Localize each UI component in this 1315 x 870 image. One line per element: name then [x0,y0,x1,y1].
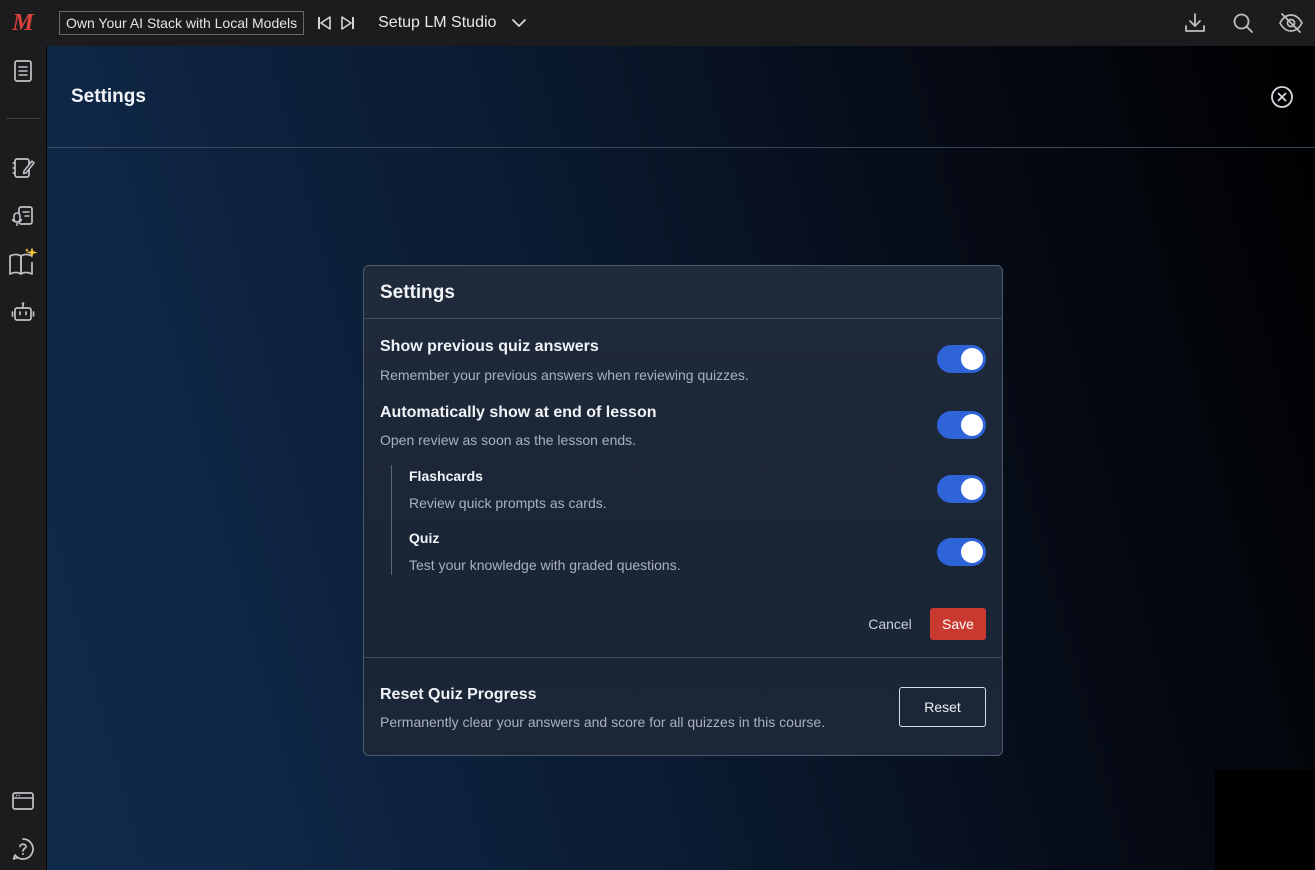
topbar-actions [1171,0,1315,46]
document-icon [14,60,32,82]
sidebar-item-contents[interactable] [0,51,46,91]
dialog-title: Settings [380,282,455,303]
page-title: Settings [71,86,146,107]
app-logo[interactable]: M [0,0,46,46]
sub-settings-indent-line [391,465,392,575]
reset-quiz-description: Permanently clear your answers and score… [380,714,826,730]
toggle-knob [961,414,983,436]
logo-letter: M [12,9,34,36]
help-circle-icon [12,838,34,860]
robot-icon [11,302,35,321]
setting-show-previous-answers-description: Remember your previous answers when revi… [380,367,749,383]
settings-dialog: Settings Show previous quiz answers Reme… [363,265,1003,756]
course-title[interactable]: Own Your AI Stack with Local Models [59,11,305,35]
top-bar: M Own Your AI Stack with Local Models Se… [0,0,1315,46]
setting-quiz-description: Test your knowledge with graded question… [409,557,681,573]
chevron-down-icon [512,19,527,27]
setting-flashcards-description: Review quick prompts as cards. [409,495,607,511]
skip-previous-icon [318,16,331,30]
cancel-button[interactable]: Cancel [860,609,920,639]
close-circle-icon [1271,86,1293,108]
dialog-header: Settings [364,266,1002,319]
search-icon [1233,13,1253,33]
sidebar-item-transcript[interactable] [0,196,46,236]
toggle-knob [961,541,983,563]
reset-quiz-section: Reset Quiz Progress Permanently clear yo… [364,657,1002,755]
notebook-edit-icon [12,158,35,178]
sidebar [0,46,46,870]
auto-show-toggle[interactable] [937,411,986,439]
mic-document-icon [11,206,33,226]
visibility-toggle-button[interactable] [1267,0,1315,46]
download-icon [1185,13,1205,32]
setting-quiz-title: Quiz [409,530,440,546]
save-button[interactable]: Save [930,608,986,640]
close-button[interactable] [1269,84,1295,110]
toggle-knob [961,348,983,370]
lesson-title[interactable]: Setup LM Studio [378,14,496,32]
eye-off-icon [1279,13,1303,33]
corner-overlay [1215,770,1315,870]
setting-auto-show-title: Automatically show at end of lesson [380,404,657,421]
setting-flashcards-title: Flashcards [409,468,483,484]
skip-next-icon [341,16,355,30]
flashcards-toggle[interactable] [937,475,986,503]
reset-button[interactable]: Reset [899,687,986,727]
page-header: Settings [47,46,1315,148]
show-previous-answers-toggle[interactable] [937,345,986,373]
sidebar-item-ai-summary[interactable] [0,242,46,282]
lesson-dropdown-button[interactable] [508,12,530,34]
previous-lesson-button[interactable] [313,12,335,34]
quiz-toggle[interactable] [937,538,986,566]
sidebar-item-browser[interactable] [0,781,46,821]
main-content: Settings Settings Show previous quiz ans… [47,46,1315,870]
setting-auto-show-description: Open review as soon as the lesson ends. [380,432,637,448]
sidebar-item-help[interactable] [0,829,46,869]
sidebar-item-notes[interactable] [0,148,46,188]
sidebar-item-assistant[interactable] [0,292,46,332]
reset-quiz-title: Reset Quiz Progress [380,686,537,703]
search-button[interactable] [1219,0,1267,46]
download-button[interactable] [1171,0,1219,46]
setting-show-previous-answers-title: Show previous quiz answers [380,338,599,355]
ai-book-icon [9,247,38,275]
sidebar-divider [6,118,41,119]
browser-window-icon [12,792,34,810]
toggle-knob [961,478,983,500]
next-lesson-button[interactable] [337,12,359,34]
